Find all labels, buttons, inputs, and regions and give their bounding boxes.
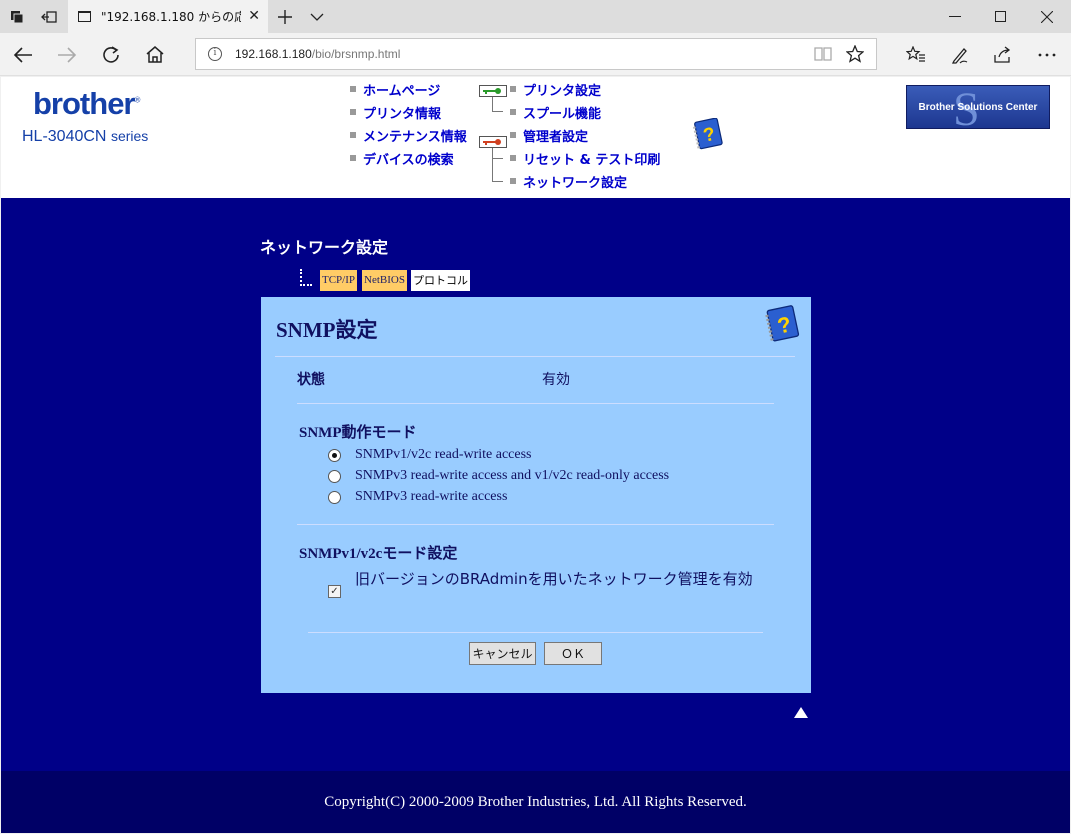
subtab-tree-connector xyxy=(300,269,312,286)
bradmin-checkbox[interactable]: ✓ xyxy=(328,585,341,598)
status-value: 有効 xyxy=(542,372,570,388)
menu-reset-test-print-label: リセット & テスト印刷 xyxy=(523,153,661,168)
page-footer: Copyright(C) 2000-2009 Brother Industrie… xyxy=(1,771,1070,833)
tree-line xyxy=(492,148,503,182)
set-tabs-aside-icon[interactable] xyxy=(32,0,66,33)
radio-v1v2c-rw-label: SNMPv1/v2c read-write access xyxy=(355,447,532,462)
radio-v3-rw-v1v2c-ro-label: SNMPv3 read-write access and v1/v2c read… xyxy=(355,468,670,483)
close-window-icon[interactable] xyxy=(1024,0,1070,33)
section-title: ネットワーク設定 xyxy=(260,238,389,257)
bullet-icon xyxy=(510,178,516,184)
divider xyxy=(297,403,774,404)
bullet-icon xyxy=(510,132,516,138)
address-bar[interactable]: i 192.168.1.180/bio/brsnmp.html xyxy=(195,38,877,70)
tab-netbios[interactable]: NetBIOS xyxy=(362,270,407,291)
refresh-icon[interactable] xyxy=(89,33,133,76)
menu-reset-test-print[interactable]: リセット & テスト印刷 xyxy=(510,149,660,168)
divider xyxy=(275,356,795,357)
forward-icon[interactable] xyxy=(45,33,89,76)
favorite-star-icon[interactable] xyxy=(845,44,865,67)
cancel-button[interactable]: キャンセル xyxy=(469,642,536,665)
browser-tab[interactable]: "192.168.1.180 からの応答 ✕ xyxy=(68,0,268,33)
web-note-icon[interactable] xyxy=(938,33,982,76)
ok-button[interactable]: ＯＫ xyxy=(544,642,602,665)
bradmin-checkbox-label: 旧バージョンのBRAdminを用いたネットワーク管理を有効 xyxy=(355,570,753,588)
bullet-icon xyxy=(350,155,356,161)
v1v2c-mode-heading: SNMPv1/v2cモード設定 xyxy=(299,546,458,562)
menu-printer-settings-label: プリンタ設定 xyxy=(523,84,602,99)
tab-tcpip[interactable]: TCP/IP xyxy=(320,270,358,291)
model-number: HL-3040CN xyxy=(22,128,107,145)
radio-v3-rw[interactable] xyxy=(328,491,341,504)
url-text: 192.168.1.180/bio/brsnmp.html xyxy=(235,47,400,61)
tab-protocol[interactable]: プロトコル xyxy=(411,270,470,291)
menu-admin-settings-label: 管理者設定 xyxy=(523,130,589,145)
snmp-mode-heading: SNMP動作モード xyxy=(299,425,417,441)
reading-view-icon[interactable] xyxy=(814,46,832,66)
radio-v1v2c-rw[interactable] xyxy=(328,449,341,462)
menu-printer-info[interactable]: プリンタ情報 xyxy=(350,103,441,122)
site-info-icon[interactable]: i xyxy=(208,47,222,61)
bullet-icon xyxy=(350,132,356,138)
more-icon[interactable] xyxy=(1025,33,1069,76)
tab-preview-chevron-icon[interactable] xyxy=(304,0,330,33)
model-name: HL-3040CN series xyxy=(22,128,148,146)
menu-home[interactable]: ホームページ xyxy=(350,80,440,99)
bullet-icon xyxy=(350,86,356,92)
menu-network-settings[interactable]: ネットワーク設定 xyxy=(510,172,627,191)
tree-branch xyxy=(492,158,503,159)
maximize-icon[interactable] xyxy=(978,0,1024,33)
url-host: 192.168.1.180 xyxy=(235,47,312,61)
menu-printer-settings[interactable]: プリンタ設定 xyxy=(510,80,601,99)
tab-actions-icon[interactable] xyxy=(0,0,34,33)
page-header: brother® HL-3040CN series ホームページ プリンタ情報 … xyxy=(1,77,1070,198)
bullet-icon xyxy=(510,109,516,115)
radio-v3-rw-v1v2c-ro[interactable] xyxy=(328,470,341,483)
share-icon[interactable] xyxy=(981,33,1025,76)
bullet-icon xyxy=(510,155,516,161)
menu-home-label: ホームページ xyxy=(363,84,441,99)
green-key-icon xyxy=(479,85,507,97)
menu-find-device[interactable]: デバイスの検索 xyxy=(350,149,454,168)
page-top-arrow-icon[interactable] xyxy=(794,707,808,718)
red-key-icon xyxy=(479,136,507,148)
menu-maintenance-info[interactable]: メンテナンス情報 xyxy=(350,126,467,145)
favorites-hub-icon[interactable] xyxy=(894,33,938,76)
help-book-icon[interactable]: ? xyxy=(692,118,723,150)
bullet-icon xyxy=(510,86,516,92)
brother-solutions-center-banner[interactable]: S Brother Solutions Center xyxy=(906,85,1050,129)
snmp-settings-panel: SNMP設定 ? 状態 有効 SNMP動作モード SNMPv1/v2c read… xyxy=(261,297,811,693)
tab-title: "192.168.1.180 からの応答 xyxy=(101,10,241,24)
bsc-label: Brother Solutions Center xyxy=(918,101,1038,113)
bullet-icon xyxy=(350,109,356,115)
brother-logo[interactable]: brother® xyxy=(33,86,140,122)
back-icon[interactable] xyxy=(1,33,45,76)
menu-find-device-label: デバイスの検索 xyxy=(363,153,454,168)
menu-network-settings-label: ネットワーク設定 xyxy=(523,176,628,191)
navigation-bar: i 192.168.1.180/bio/brsnmp.html xyxy=(0,33,1071,76)
menu-printer-info-label: プリンタ情報 xyxy=(363,107,442,122)
help-book-icon[interactable]: ? xyxy=(763,305,801,343)
status-label: 状態 xyxy=(297,372,325,388)
web-page: brother® HL-3040CN series ホームページ プリンタ情報 … xyxy=(1,77,1070,833)
close-tab-icon[interactable]: ✕ xyxy=(248,9,260,23)
new-tab-icon[interactable] xyxy=(272,0,298,33)
divider xyxy=(308,632,763,633)
minimize-icon[interactable] xyxy=(932,0,978,33)
brand-name: brother xyxy=(33,86,135,121)
radio-v3-rw-label: SNMPv3 read-write access xyxy=(355,489,508,504)
menu-admin-settings[interactable]: 管理者設定 xyxy=(510,126,588,145)
menu-maintenance-info-label: メンテナンス情報 xyxy=(363,130,467,145)
menu-spool-function[interactable]: スプール機能 xyxy=(510,103,601,122)
url-path: /bio/brsnmp.html xyxy=(311,47,401,61)
tree-line xyxy=(492,97,503,112)
copyright-text: Copyright(C) 2000-2009 Brother Industrie… xyxy=(324,793,747,810)
divider xyxy=(297,524,774,525)
browser-titlebar: "192.168.1.180 からの応答 ✕ xyxy=(0,0,1071,33)
model-suffix: series xyxy=(110,128,149,144)
menu-spool-function-label: スプール機能 xyxy=(523,107,602,122)
page-icon xyxy=(78,11,91,22)
home-icon[interactable] xyxy=(133,33,177,76)
panel-title: SNMP設定 xyxy=(276,318,378,342)
